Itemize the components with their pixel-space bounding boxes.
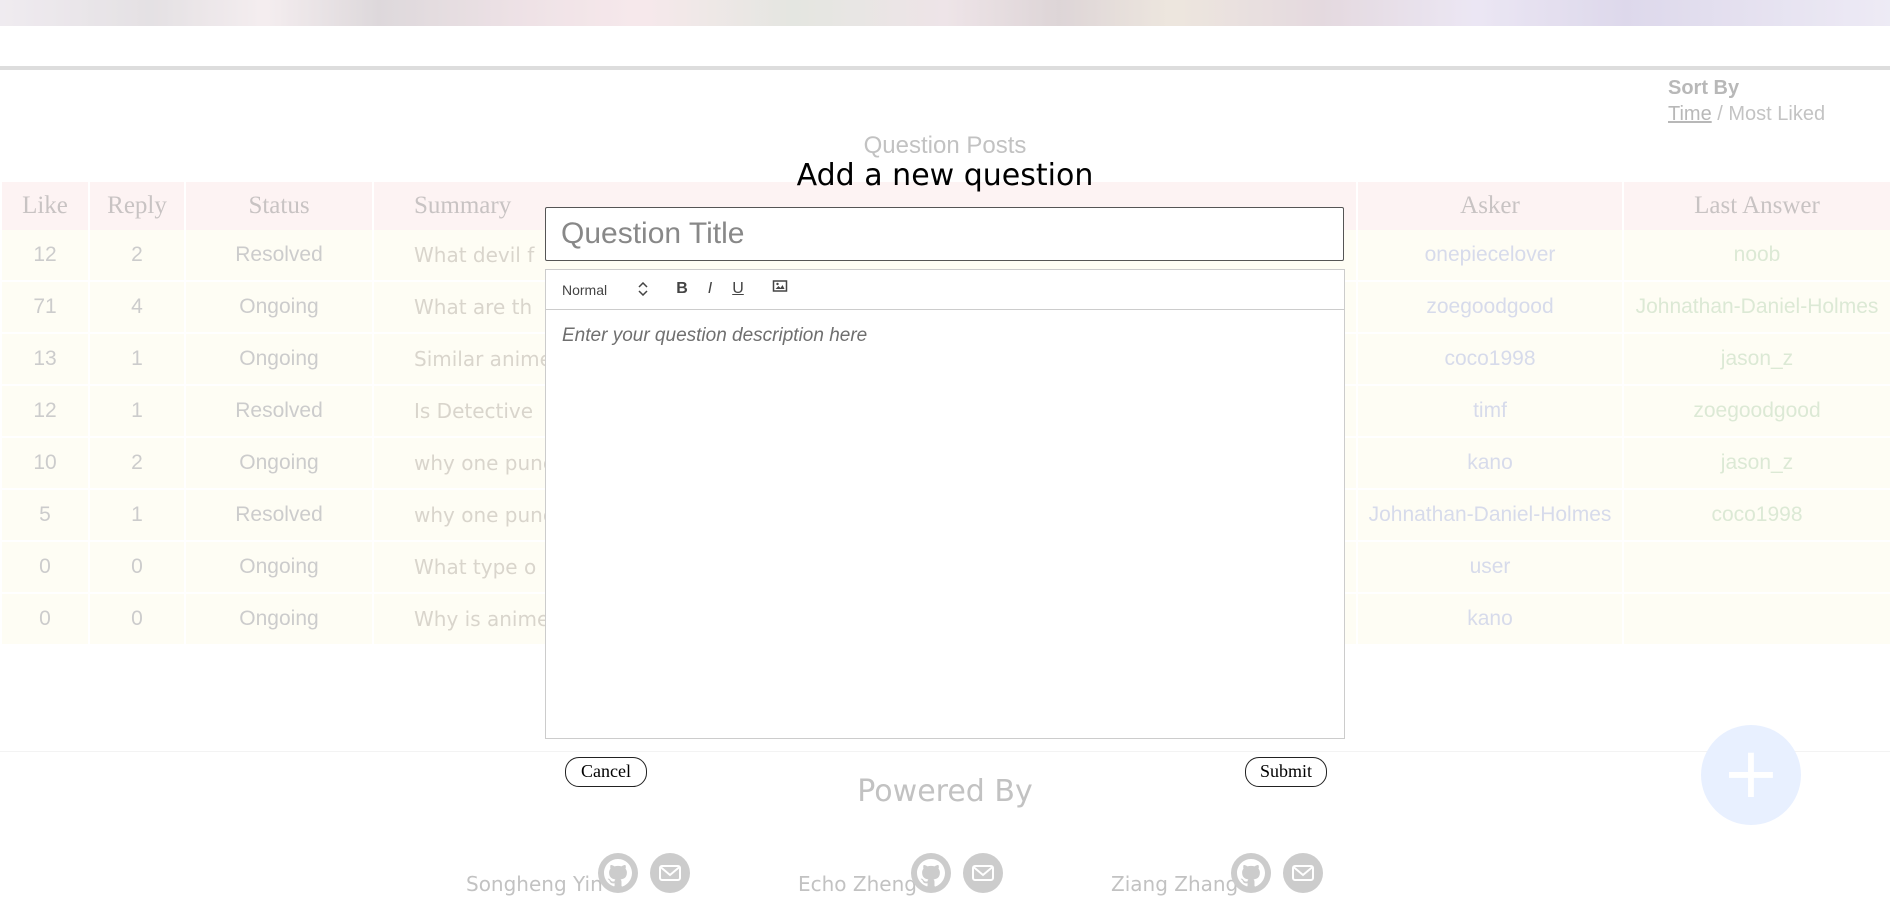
format-select[interactable]: Normal: [562, 282, 607, 298]
cancel-button[interactable]: Cancel: [565, 757, 647, 787]
underline-button[interactable]: U: [728, 279, 748, 299]
question-title-input[interactable]: [545, 207, 1344, 261]
question-description-editor[interactable]: Normal B I U Enter your question descrip…: [545, 269, 1345, 739]
image-icon[interactable]: [770, 279, 790, 299]
select-arrows-icon: [638, 281, 648, 297]
italic-button[interactable]: I: [700, 279, 720, 299]
editor-toolbar: Normal B I U: [546, 270, 1344, 310]
description-placeholder: Enter your question description here: [562, 325, 868, 346]
modal-title: Add a new question: [796, 158, 1094, 193]
submit-button[interactable]: Submit: [1245, 757, 1327, 787]
bold-button[interactable]: B: [672, 279, 692, 299]
